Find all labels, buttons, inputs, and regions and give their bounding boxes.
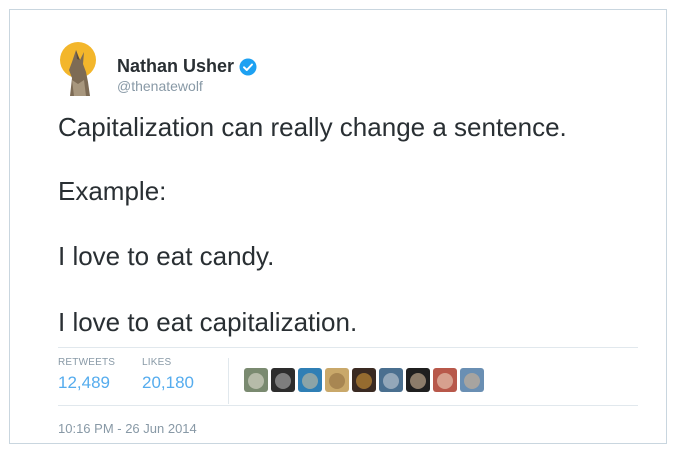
liker-avatar-3[interactable] [298, 368, 322, 392]
tweet-timestamp[interactable]: 10:16 PM - 26 Jun 2014 [58, 421, 197, 436]
stats-bottom-divider [58, 405, 638, 406]
liker-avatar-7[interactable] [406, 368, 430, 392]
liker-avatar-9[interactable] [460, 368, 484, 392]
tweet-text-line-4: I love to eat capitalization. [58, 307, 358, 337]
liker-avatar-4[interactable] [325, 368, 349, 392]
likes-stat[interactable]: LIKES 20,180 [142, 357, 194, 393]
howling-wolf-moon-icon [60, 42, 96, 96]
user-name-text[interactable]: Nathan Usher [117, 56, 234, 77]
verified-badge-icon [239, 58, 257, 76]
user-name[interactable]: Nathan Usher [117, 56, 257, 77]
liker-face [248, 373, 264, 389]
liker-avatar-5[interactable] [352, 368, 376, 392]
liker-face [302, 373, 318, 389]
retweets-stat[interactable]: RETWEETS 12,489 [58, 357, 115, 393]
stats-top-divider [58, 347, 638, 348]
tweet-text-line-2: Example: [58, 176, 167, 206]
stats-vertical-divider [228, 358, 229, 404]
retweets-label: RETWEETS [58, 357, 116, 368]
liker-avatar-8[interactable] [433, 368, 457, 392]
likes-count[interactable]: 20,180 [142, 373, 194, 393]
liker-avatar-6[interactable] [379, 368, 403, 392]
liker-avatar-2[interactable] [271, 368, 295, 392]
likes-label: LIKES [142, 357, 172, 368]
liker-face [383, 373, 399, 389]
liker-face [356, 373, 372, 389]
liker-face [275, 373, 291, 389]
liker-face [329, 373, 345, 389]
liker-face [464, 373, 480, 389]
user-avatar[interactable] [56, 40, 104, 98]
user-handle[interactable]: @thenatewolf [117, 78, 203, 94]
liker-avatar-1[interactable] [244, 368, 268, 392]
tweet-text-line-3: I love to eat candy. [58, 241, 275, 271]
liker-face [410, 373, 426, 389]
tweet-card: Nathan Usher @thenatewolf Capitalization… [9, 9, 667, 444]
liker-avatars [244, 368, 487, 392]
tweet-text-line-1: Capitalization can really change a sente… [58, 112, 567, 142]
liker-face [437, 373, 453, 389]
retweets-count[interactable]: 12,489 [58, 373, 115, 393]
